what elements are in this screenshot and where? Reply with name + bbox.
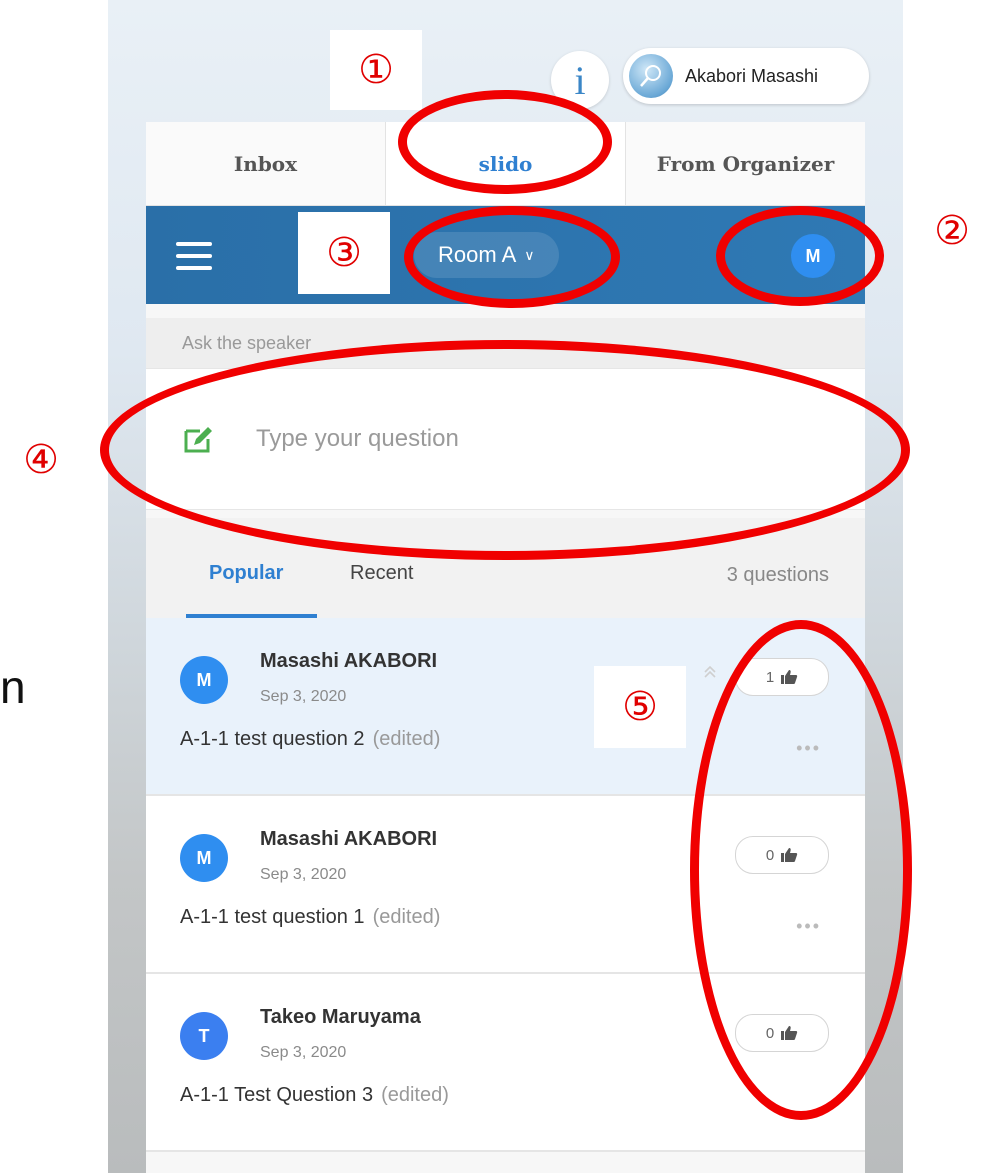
edited-label: (edited): [381, 1084, 449, 1106]
user-avatar: [629, 54, 673, 98]
author-name: Masashi AKABORI: [260, 828, 438, 850]
question-date: Sep 3, 2020: [260, 1044, 347, 1061]
question-text: A-1-1 test question 1: [180, 906, 365, 928]
question-date: Sep 3, 2020: [260, 866, 347, 883]
question-text: A-1-1 Test Question 3: [180, 1084, 374, 1106]
annotation-ring-3: [404, 206, 620, 308]
tab-inbox[interactable]: Inbox: [146, 122, 386, 205]
annotation-marker-3: ③: [298, 212, 390, 294]
author-avatar: M: [180, 656, 228, 704]
question-text-row: A-1-1 test question 2 (edited): [180, 728, 440, 751]
author-name: Masashi AKABORI: [260, 650, 438, 672]
menu-icon[interactable]: [176, 242, 212, 270]
author-avatar: T: [180, 1012, 228, 1060]
annotation-ring-4: [100, 340, 910, 560]
author-name: Takeo Maruyama: [260, 1006, 421, 1028]
user-name: Akabori Masashi: [685, 65, 819, 86]
annotation-ring-2: [716, 206, 884, 306]
question-count: 3 questions: [726, 564, 829, 586]
question-text: A-1-1 test question 2: [180, 728, 365, 750]
user-menu-button[interactable]: Akabori Masashi: [623, 48, 869, 104]
annotation-marker-1: ①: [330, 30, 422, 110]
annotation-ring-1: [398, 90, 612, 194]
annotation-marker-4: ④: [0, 420, 82, 500]
annotation-ring-5: [690, 620, 912, 1120]
question-text-row: A-1-1 test question 1 (edited): [180, 906, 440, 929]
cropped-side-text: n: [0, 661, 26, 713]
tab-from-organizer[interactable]: From Organizer: [626, 122, 865, 205]
question-date: Sep 3, 2020: [260, 688, 347, 705]
double-chevron-up-icon: [704, 665, 716, 678]
question-text-row: A-1-1 Test Question 3 (edited): [180, 1084, 449, 1107]
annotation-marker-5: ⑤: [594, 666, 686, 748]
annotation-marker-2: ②: [918, 196, 986, 266]
magnifier-icon: [640, 65, 661, 87]
tab-recent[interactable]: Recent: [350, 562, 413, 585]
edited-label: (edited): [372, 728, 441, 750]
edited-label: (edited): [372, 906, 441, 928]
tab-popular[interactable]: Popular: [209, 562, 283, 585]
author-avatar: M: [180, 834, 228, 882]
